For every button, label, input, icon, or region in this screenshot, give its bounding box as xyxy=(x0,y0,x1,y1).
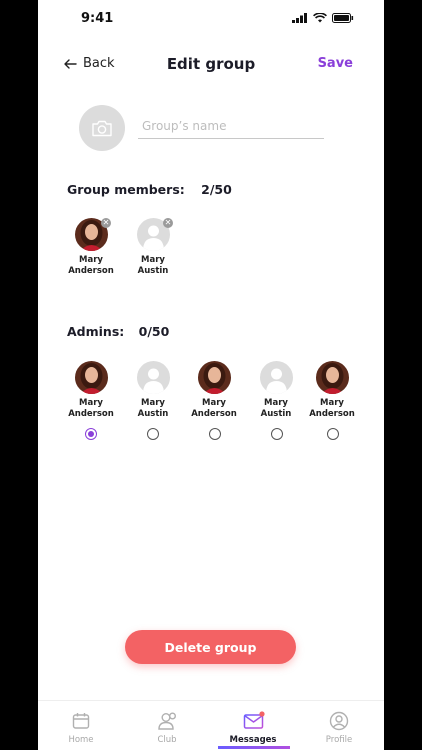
admins-count: 0/50 xyxy=(138,324,170,339)
candidate-name: Mary Austin xyxy=(123,398,183,420)
users-icon xyxy=(158,712,176,730)
tab-messages[interactable]: Messages xyxy=(210,701,296,750)
tab-bar: Home Club Messages Profile xyxy=(38,700,384,750)
admins-label: Admins: xyxy=(67,324,125,339)
tab-club-label: Club xyxy=(157,735,177,745)
candidate-first-name: Mary xyxy=(141,398,165,408)
admin-candidate[interactable]: Mary Anderson xyxy=(302,361,362,420)
candidate-name: Mary Austin xyxy=(246,398,306,420)
candidate-first-name: Mary xyxy=(79,398,103,408)
save-button[interactable]: Save xyxy=(318,56,353,71)
candidate-first-name: Mary xyxy=(264,398,288,408)
member-item: ✕ Mary Anderson xyxy=(61,218,121,277)
tab-messages-label: Messages xyxy=(229,735,277,745)
member-first-name: Mary xyxy=(79,255,103,265)
admin-radio[interactable] xyxy=(85,428,97,440)
member-first-name: Mary xyxy=(141,255,165,265)
calendar-icon xyxy=(72,713,90,729)
camera-icon xyxy=(92,120,112,136)
remove-member-button[interactable]: ✕ xyxy=(101,218,111,228)
admin-radio[interactable] xyxy=(327,428,339,440)
header: Back Edit group Save xyxy=(38,50,384,80)
admin-radio[interactable] xyxy=(271,428,283,440)
admin-radio[interactable] xyxy=(209,428,221,440)
candidate-name: Mary Anderson xyxy=(302,398,362,420)
candidate-first-name: Mary xyxy=(320,398,344,408)
remove-member-button[interactable]: ✕ xyxy=(163,218,173,228)
members-label: Group members: xyxy=(67,182,185,197)
active-tab-indicator xyxy=(218,746,290,749)
wifi-icon xyxy=(313,13,327,23)
candidate-last-name: Anderson xyxy=(191,409,237,419)
avatar xyxy=(74,361,108,394)
envelope-icon xyxy=(243,711,265,729)
avatar-placeholder xyxy=(259,361,293,394)
members-count: 2/50 xyxy=(201,182,232,197)
group-photo-button[interactable] xyxy=(79,105,125,151)
avatar-placeholder xyxy=(136,361,170,394)
battery-icon xyxy=(332,13,354,23)
candidate-name: Mary Anderson xyxy=(61,398,121,420)
admin-candidate[interactable]: Mary Anderson xyxy=(61,361,121,420)
candidate-last-name: Anderson xyxy=(68,409,114,419)
member-last-name: Anderson xyxy=(68,266,114,276)
tab-home-label: Home xyxy=(68,735,94,745)
user-placeholder-icon xyxy=(265,368,287,394)
delete-group-button[interactable]: Delete group xyxy=(125,630,296,664)
avatar xyxy=(197,361,231,394)
tab-club[interactable]: Club xyxy=(124,701,210,750)
admin-candidate[interactable]: Mary Austin xyxy=(123,361,183,420)
status-icons xyxy=(292,13,354,23)
status-bar: 9:41 xyxy=(38,0,384,38)
candidate-name: Mary Anderson xyxy=(184,398,244,420)
candidate-last-name: Anderson xyxy=(309,409,355,419)
member-name: Mary Anderson xyxy=(61,255,121,277)
user-circle-icon xyxy=(329,711,349,731)
admin-radio[interactable] xyxy=(147,428,159,440)
tab-profile-label: Profile xyxy=(325,735,353,745)
candidate-last-name: Austin xyxy=(137,409,169,419)
members-heading: Group members: 2/50 xyxy=(67,182,232,197)
tab-home[interactable]: Home xyxy=(38,701,124,750)
group-name-input[interactable] xyxy=(138,114,324,139)
phone-screen: 9:41 Back Edit group Save Group’s name G… xyxy=(38,0,384,750)
admins-heading: Admins: 0/50 xyxy=(67,324,169,339)
avatar xyxy=(315,361,349,394)
signal-icon xyxy=(292,13,307,23)
candidate-first-name: Mary xyxy=(202,398,226,408)
user-placeholder-icon xyxy=(142,368,164,394)
member-item: ✕ Mary Austin xyxy=(123,218,183,277)
admin-candidate[interactable]: Mary Austin xyxy=(246,361,306,420)
tab-profile[interactable]: Profile xyxy=(296,701,382,750)
member-name: Mary Austin xyxy=(123,255,183,277)
candidate-last-name: Austin xyxy=(260,409,292,419)
admin-candidate[interactable]: Mary Anderson xyxy=(184,361,244,420)
member-last-name: Austin xyxy=(137,266,169,276)
status-time: 9:41 xyxy=(81,11,114,26)
